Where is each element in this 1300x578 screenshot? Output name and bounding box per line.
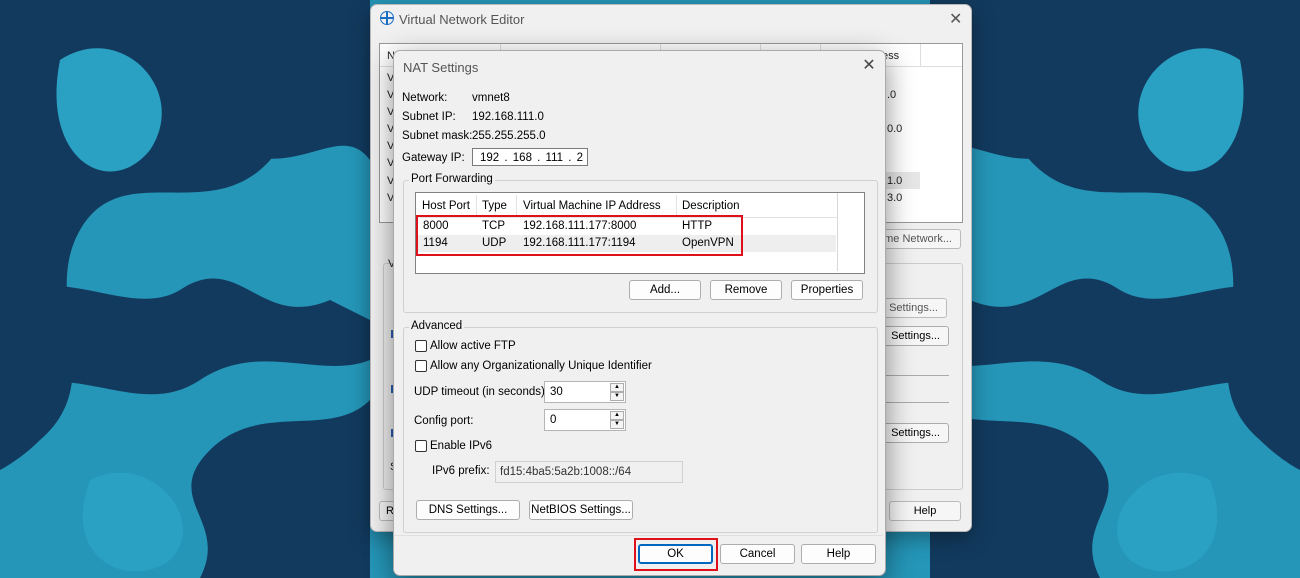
list-cell-address: 0.0 [887, 123, 903, 135]
close-icon[interactable]: ✕ [949, 9, 962, 29]
spin-down-button[interactable]: ▼ [610, 392, 624, 401]
udp-timeout-label: UDP timeout (in seconds): [414, 386, 549, 398]
cell-vm-ip: 192.168.111.177:1194 [523, 237, 636, 249]
add-button[interactable]: Add... [629, 280, 701, 300]
network-value: vmnet8 [472, 92, 510, 104]
dns-settings-button[interactable]: DNS Settings... [416, 500, 520, 520]
udp-timeout-value[interactable]: 30 [550, 386, 563, 398]
table-row[interactable]: 1194 UDP 192.168.111.177:1194 OpenVPN [416, 235, 836, 252]
column-header-type[interactable]: Type [482, 200, 507, 212]
subnet-mask-value: 255.255.255.0 [472, 130, 546, 142]
dialog-title: NAT Settings [403, 60, 479, 75]
list-cell-address: 1.0 [887, 175, 903, 187]
cell-host-port: 8000 [423, 220, 449, 232]
close-icon: ✕ [862, 57, 876, 74]
port-forwarding-table[interactable]: Host Port Type Virtual Machine IP Addres… [415, 192, 865, 274]
cell-vm-ip: 192.168.111.177:8000 [523, 220, 637, 232]
cell-description: OpenVPN [682, 237, 734, 249]
cell-host-port: 1194 [423, 237, 448, 249]
remove-button[interactable]: Remove [710, 280, 782, 300]
table-header: Host Port Type Virtual Machine IP Addres… [416, 195, 838, 218]
ok-button[interactable]: OK [638, 544, 713, 564]
window-title: Virtual Network Editor [399, 12, 525, 27]
config-port-stepper[interactable]: 0 ▲ ▼ [544, 409, 626, 431]
gateway-ip-input[interactable]: 192 . 168 . 111 . 2 [472, 148, 588, 166]
allow-active-ftp-checkbox[interactable] [415, 340, 427, 352]
help-button[interactable]: Help [801, 544, 876, 564]
cell-type: TCP [482, 220, 505, 232]
allow-active-ftp-label: Allow active FTP [430, 340, 516, 352]
config-port-value[interactable]: 0 [550, 414, 556, 426]
spin-up-button[interactable]: ▲ [610, 383, 624, 392]
spin-down-button[interactable]: ▼ [610, 420, 624, 429]
subnet-ip-value: 192.168.111.0 [472, 111, 544, 123]
spin-up-button[interactable]: ▲ [610, 411, 624, 420]
netbios-settings-button[interactable]: NetBIOS Settings... [529, 500, 633, 520]
allow-oui-checkbox[interactable] [415, 360, 427, 372]
advanced-label: Advanced [409, 320, 465, 332]
port-forwarding-label: Port Forwarding [409, 173, 495, 185]
globe-icon [380, 11, 394, 25]
list-cell-address: .0 [887, 89, 897, 101]
column-header-vm-ip[interactable]: Virtual Machine IP Address [523, 200, 661, 212]
cell-description: HTTP [682, 220, 713, 232]
subnet-mask-label: Subnet mask: [402, 130, 473, 142]
list-cell-address: 3.0 [887, 192, 903, 204]
properties-button[interactable]: Properties [791, 280, 863, 300]
nat-settings-dialog: NAT Settings ✕ Network: vmnet8 Subnet IP… [393, 50, 886, 576]
column-header-host-port[interactable]: Host Port [422, 200, 470, 212]
ipv6-prefix-label: IPv6 prefix: [432, 465, 490, 477]
enable-ipv6-label: Enable IPv6 [430, 440, 493, 452]
network-label: Network: [402, 92, 448, 104]
subnet-ip-label: Subnet IP: [402, 111, 456, 123]
enable-ipv6-checkbox[interactable] [415, 440, 427, 452]
cell-type: UDP [482, 237, 507, 249]
help-button[interactable]: Help [889, 501, 961, 521]
udp-timeout-stepper[interactable]: 30 ▲ ▼ [544, 381, 626, 403]
allow-oui-label: Allow any Organizationally Unique Identi… [430, 360, 652, 372]
table-row[interactable]: 8000 TCP 192.168.111.177:8000 HTTP [416, 218, 836, 235]
ipv6-prefix-input[interactable]: fd15:4ba5:5a2b:1008::/64 [495, 461, 683, 483]
cancel-button[interactable]: Cancel [720, 544, 795, 564]
config-port-label: Config port: [414, 415, 474, 427]
gateway-ip-label: Gateway IP: [402, 152, 465, 164]
column-header-description[interactable]: Description [682, 200, 740, 212]
close-button[interactable]: ✕ [858, 56, 880, 76]
